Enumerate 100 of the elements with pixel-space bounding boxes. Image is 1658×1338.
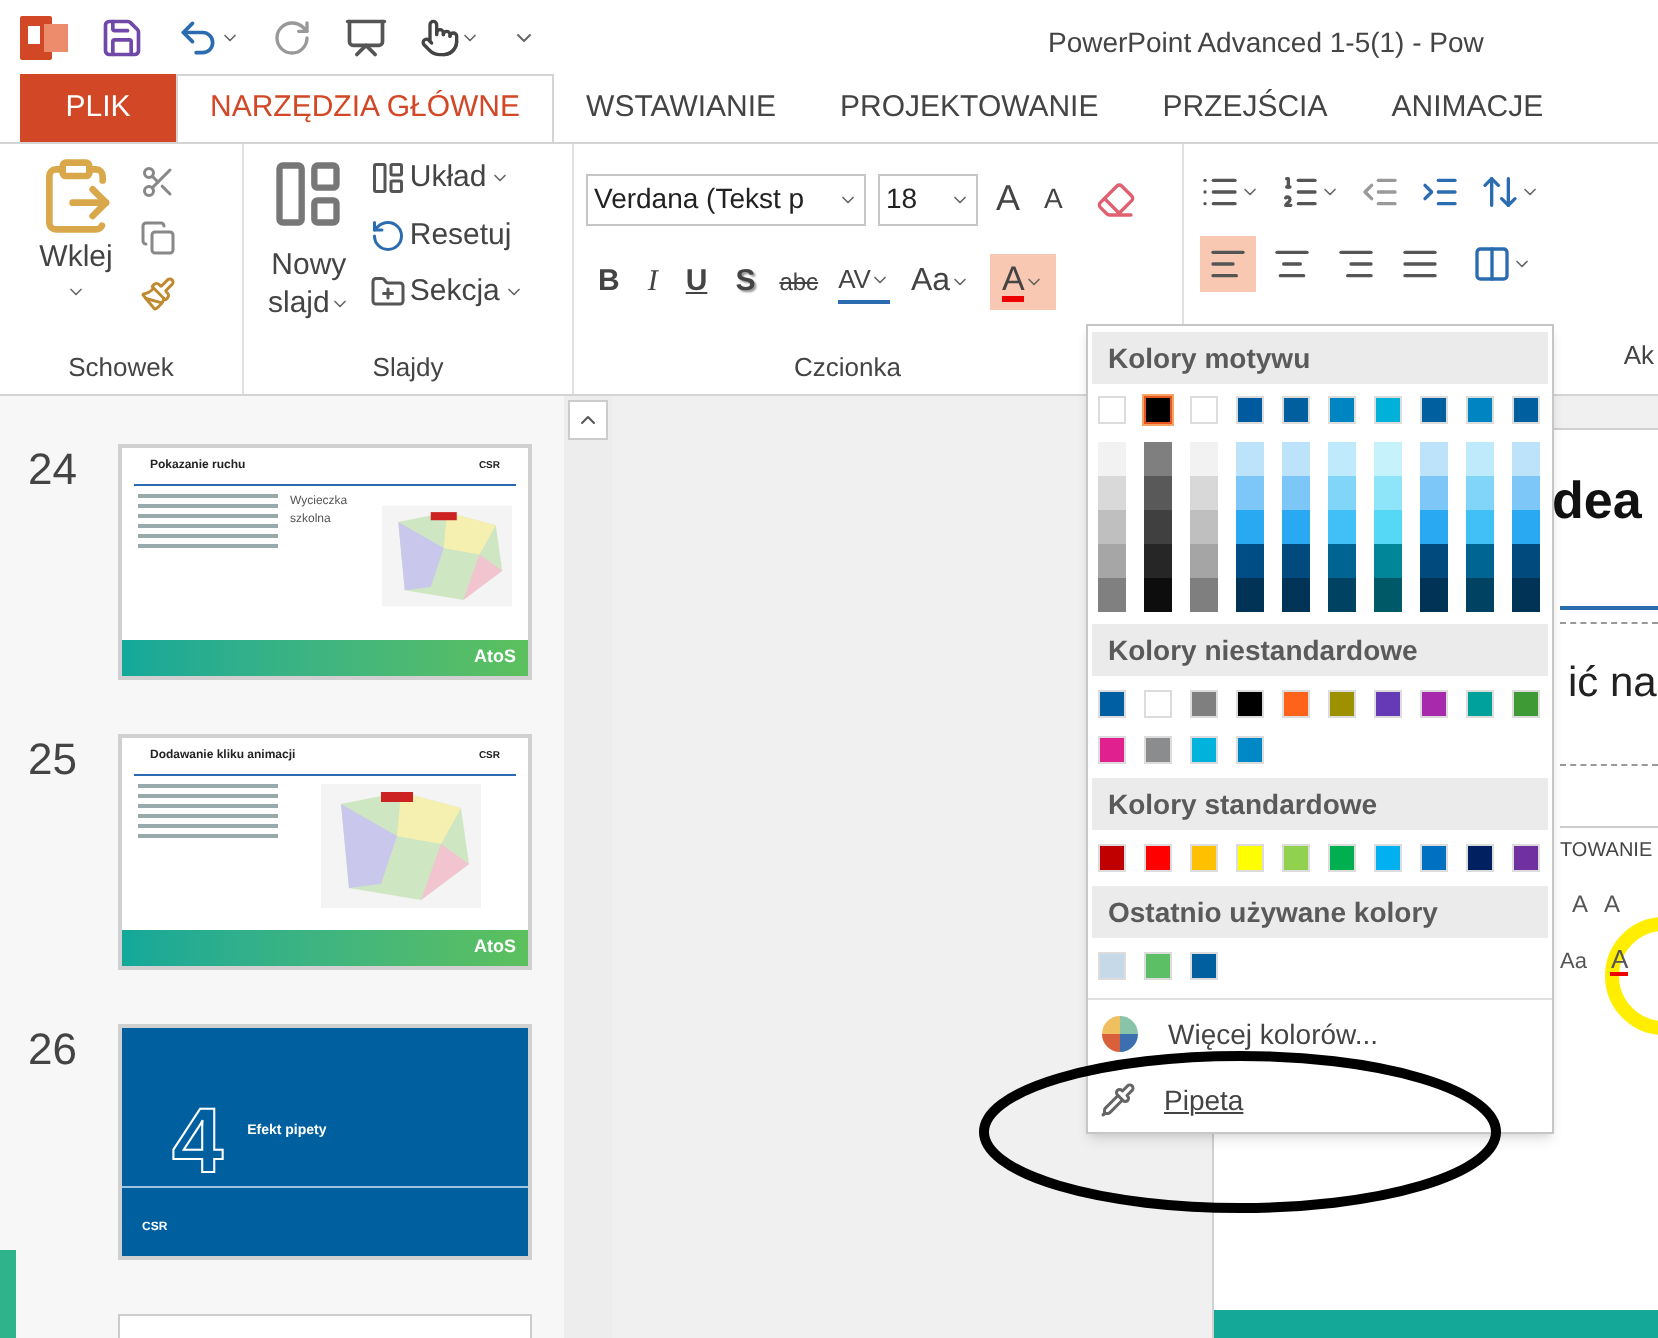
color-swatch[interactable]	[1420, 578, 1448, 612]
color-swatch[interactable]	[1098, 510, 1126, 544]
section-icon	[369, 274, 406, 311]
color-swatch[interactable]	[1098, 544, 1126, 578]
copy-icon[interactable]	[140, 220, 176, 256]
color-swatch[interactable]	[1420, 544, 1448, 578]
color-swatch[interactable]	[1144, 510, 1172, 544]
touch-icon[interactable]	[420, 18, 460, 58]
color-swatch[interactable]	[1190, 578, 1218, 612]
color-swatch[interactable]	[1512, 544, 1540, 578]
color-swatch[interactable]	[1374, 476, 1402, 510]
color-swatch[interactable]	[1374, 544, 1402, 578]
columns-icon[interactable]	[1472, 244, 1512, 284]
color-swatch[interactable]	[1466, 578, 1494, 612]
shrink-font-button[interactable]: A	[1038, 178, 1069, 220]
underline-button[interactable]: U	[681, 259, 712, 305]
spacing-button[interactable]: AV	[838, 260, 891, 304]
menu-item[interactable]: Więcej kolorów...	[1088, 1000, 1552, 1068]
scissors-icon[interactable]	[140, 164, 176, 200]
color-swatch[interactable]	[1374, 510, 1402, 544]
color-swatch[interactable]	[1236, 510, 1264, 544]
color-swatch[interactable]	[1144, 544, 1172, 578]
color-swatch[interactable]	[1466, 476, 1494, 510]
brush-icon[interactable]	[140, 276, 176, 312]
scrollbar[interactable]	[564, 396, 612, 1338]
color-swatch[interactable]	[1282, 476, 1310, 510]
layout-button[interactable]: Układ	[369, 156, 524, 201]
color-swatch[interactable]	[1512, 578, 1540, 612]
font-color-button[interactable]: A	[990, 254, 1057, 310]
numbering-icon[interactable]	[1280, 172, 1320, 212]
color-swatch[interactable]	[1144, 578, 1172, 612]
color-swatch[interactable]	[1190, 544, 1218, 578]
color-swatch[interactable]	[1420, 442, 1448, 476]
color-swatch[interactable]	[1512, 442, 1540, 476]
text-line	[138, 834, 278, 838]
color-swatch[interactable]	[1374, 442, 1402, 476]
eraser-icon[interactable]	[1096, 179, 1137, 219]
ribbon-tab[interactable]: ANIMACJE	[1359, 74, 1576, 142]
color-swatch[interactable]	[1236, 544, 1264, 578]
color-swatch[interactable]	[1236, 476, 1264, 510]
scroll-up-button[interactable]	[568, 400, 608, 440]
color-swatch[interactable]	[1282, 544, 1310, 578]
color-swatch[interactable]	[1144, 476, 1172, 510]
color-swatch[interactable]	[1328, 510, 1356, 544]
ribbon-tab[interactable]: WSTAWIANIE	[554, 74, 809, 142]
section-header: Kolory standardowe	[1092, 778, 1548, 830]
color-swatch[interactable]	[1466, 442, 1494, 476]
strikethrough-button[interactable]: abc	[779, 264, 819, 300]
ribbon-tab[interactable]: PROJEKTOWANIE	[808, 74, 1131, 142]
color-swatch[interactable]	[1328, 578, 1356, 612]
color-swatch[interactable]	[1098, 578, 1126, 612]
bold-button[interactable]: B	[594, 259, 624, 305]
color-swatch[interactable]	[1282, 510, 1310, 544]
line-spacing-icon[interactable]	[1480, 172, 1520, 212]
color-swatch[interactable]	[1190, 510, 1218, 544]
footer-logo: AtoS	[474, 934, 516, 961]
color-swatch[interactable]	[1374, 578, 1402, 612]
color-swatch[interactable]	[1512, 510, 1540, 544]
case-label: Aa	[1560, 947, 1587, 977]
window-title: PowerPoint Advanced 1-5(1) - Pow	[1048, 23, 1484, 62]
menu-item[interactable]: Pipeta	[1088, 1068, 1552, 1132]
ribbon-tab[interactable]: PLIK	[20, 74, 176, 142]
reset-button[interactable]: Resetuj	[369, 213, 524, 258]
redo-icon[interactable]	[272, 18, 312, 58]
new-slide-button[interactable]: Nowy slajd	[268, 156, 350, 347]
app-logo-icon	[20, 16, 68, 60]
color-swatch[interactable]	[1190, 476, 1218, 510]
color-swatch[interactable]	[1328, 476, 1356, 510]
presentation-icon[interactable]	[344, 16, 388, 60]
paste-button[interactable]: Wklej	[36, 156, 116, 347]
color-swatch[interactable]	[1282, 578, 1310, 612]
save-icon[interactable]	[100, 16, 144, 60]
color-swatch[interactable]	[1282, 442, 1310, 476]
ribbon-tab[interactable]: PRZEJŚCIA	[1130, 74, 1360, 142]
color-swatch[interactable]	[1144, 442, 1172, 476]
group-label: Czcionka	[794, 349, 901, 385]
font-size-field[interactable]: 18	[878, 173, 978, 225]
color-swatch[interactable]	[1098, 442, 1126, 476]
font-name-field[interactable]: Verdana (Tekst p	[586, 173, 866, 225]
color-swatch[interactable]	[1190, 442, 1218, 476]
color-swatch[interactable]	[1420, 476, 1448, 510]
section-button[interactable]: Sekcja	[369, 270, 524, 315]
color-swatch[interactable]	[1236, 442, 1264, 476]
color-swatch[interactable]	[1328, 544, 1356, 578]
color-swatch[interactable]	[1328, 442, 1356, 476]
color-swatch[interactable]	[1420, 510, 1448, 544]
color-swatch[interactable]	[1098, 476, 1126, 510]
italic-button[interactable]: I	[643, 259, 662, 305]
color-swatch[interactable]	[1466, 544, 1494, 578]
align-button[interactable]	[1200, 236, 1256, 292]
case-button[interactable]: Aa	[910, 258, 971, 306]
color-swatch[interactable]	[1466, 510, 1494, 544]
grow-font-button[interactable]: A	[990, 172, 1027, 226]
undo-icon[interactable]	[176, 16, 220, 60]
color-swatch[interactable]	[1144, 396, 1172, 424]
color-swatch[interactable]	[1512, 476, 1540, 510]
color-swatch[interactable]	[1236, 578, 1264, 612]
ribbon-tab[interactable]: NARZĘDZIA GŁÓWNE	[176, 74, 555, 142]
shadow-button[interactable]: S	[731, 259, 760, 305]
text-line	[138, 804, 278, 808]
